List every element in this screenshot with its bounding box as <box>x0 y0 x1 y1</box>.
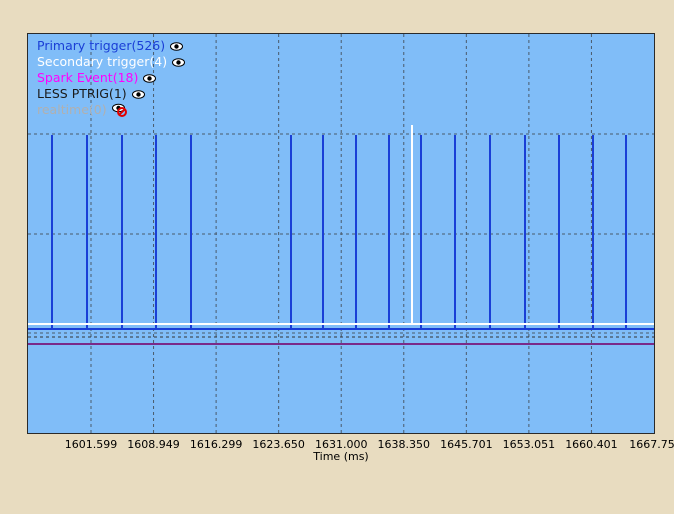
eye-icon[interactable] <box>172 57 186 67</box>
legend-item-spark-event[interactable]: Spark Event(18) <box>37 70 185 86</box>
eye-crossed-icon[interactable] <box>111 103 128 117</box>
x-tick-label: 1653.051 <box>502 438 556 451</box>
legend-item-secondary-trigger[interactable]: Secondary trigger(4) <box>37 54 186 70</box>
legend-label: Secondary trigger(4) <box>37 54 168 69</box>
eye-icon[interactable] <box>143 73 157 83</box>
eye-icon[interactable] <box>131 89 145 99</box>
x-tick-label: 1623.650 <box>252 438 305 451</box>
legend: Primary trigger(526) Secondary trigger(4… <box>37 38 186 118</box>
eye-icon[interactable] <box>170 41 184 51</box>
legend-label: LESS PTRIG(1) <box>37 86 127 101</box>
legend-label: realtime(0) <box>37 102 107 117</box>
x-tick-label: 1601.599 <box>64 438 118 451</box>
legend-label: Spark Event(18) <box>37 70 139 85</box>
x-tick-label: 1660.401 <box>565 438 618 451</box>
x-tick-label: 1608.949 <box>127 438 180 451</box>
legend-item-primary-trigger[interactable]: Primary trigger(526) <box>37 38 185 54</box>
x-tick-label: 1616.299 <box>189 438 243 451</box>
legend-label: Primary trigger(526) <box>37 38 166 53</box>
legend-item-less-ptrig[interactable]: LESS PTRIG(1) <box>37 86 185 102</box>
x-tick-label: 1638.350 <box>377 438 431 451</box>
x-tick-label: 1645.701 <box>440 438 493 451</box>
x-axis-label: Time (ms) <box>313 450 369 463</box>
x-tick-label: 1667.75 <box>629 438 674 451</box>
legend-item-realtime[interactable]: realtime(0) <box>37 102 185 118</box>
